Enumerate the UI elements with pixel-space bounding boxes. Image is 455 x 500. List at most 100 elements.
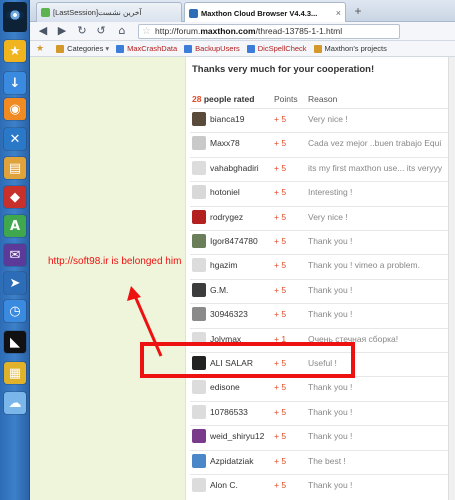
rated-count[interactable]: 28 xyxy=(192,94,201,104)
avatar[interactable] xyxy=(192,112,206,126)
bookmarks-star-icon[interactable]: ★ xyxy=(36,43,44,54)
download-icon[interactable]: ↓ xyxy=(4,72,26,94)
avatar[interactable] xyxy=(192,380,206,395)
username[interactable]: 10786533 xyxy=(210,407,248,417)
avatar[interactable] xyxy=(192,429,206,444)
rss-feed-icon[interactable]: ◉ xyxy=(4,98,26,120)
tab-label: Maxthon Cloud Browser V4.4.3... xyxy=(201,8,318,18)
toolbar: ◀ ▶ ↻ ↺ ⌂ ☆ http://forum.maxthon.com/thr… xyxy=(30,22,455,41)
rating-row: 10786533 + 5 Thank you ! xyxy=(190,401,455,425)
avatar[interactable] xyxy=(192,478,206,492)
reason-text: Thank you ! xyxy=(308,406,353,417)
points-value: + 5 xyxy=(274,480,287,490)
reason-text: Thank you ! xyxy=(308,236,353,246)
maxthon-logo-icon[interactable] xyxy=(3,2,27,32)
avatar[interactable] xyxy=(192,404,206,419)
bookmark-backupusers[interactable]: BackupUsers xyxy=(184,44,240,53)
avatar[interactable] xyxy=(192,453,206,468)
username[interactable]: weid_shiryu12 xyxy=(210,431,264,441)
thanks-message: Thanks very much for your cooperation! xyxy=(192,64,375,75)
tab-label: [LastSession]آخرین نشست xyxy=(53,8,142,17)
avatar[interactable] xyxy=(192,307,206,322)
sidebar: ★ ↓ ◉ ✕ ▤ ◆ A ✉ ➤ ◷ ◣ ▦ ☁ xyxy=(0,0,30,500)
home-button[interactable]: ⌂ xyxy=(115,24,129,38)
points-value: + 5 xyxy=(274,431,287,442)
rating-row: Alon C. + 5 Thank you ! xyxy=(190,474,455,498)
username[interactable]: hotoniel xyxy=(210,187,240,197)
translate-icon[interactable]: A xyxy=(4,215,26,237)
points-value: + 5 xyxy=(274,406,287,417)
reason-text: Thank you ! xyxy=(308,284,353,295)
username[interactable]: Maxx78 xyxy=(210,138,240,148)
keyboard-icon[interactable]: ▦ xyxy=(4,362,26,384)
page-icon xyxy=(246,44,255,53)
favorite-star-icon[interactable]: ☆ xyxy=(142,25,151,38)
notes-icon[interactable]: ▤ xyxy=(4,157,26,179)
avatar[interactable] xyxy=(192,185,206,200)
cloud-icon[interactable]: ☁ xyxy=(4,392,26,414)
chevron-down-icon: ▾ xyxy=(105,44,110,53)
points-value: + 5 xyxy=(274,162,287,173)
tab-last-session[interactable]: [LastSession]آخرین نشست xyxy=(36,2,182,22)
points-value: + 5 xyxy=(274,187,287,198)
username[interactable]: G.M. xyxy=(210,285,228,295)
back-button[interactable]: ◀ xyxy=(36,24,50,38)
points-value: + 5 xyxy=(274,211,287,222)
tools-icon[interactable]: ✕ xyxy=(4,128,26,150)
scrollbar[interactable] xyxy=(448,57,455,500)
forward-button[interactable]: ▶ xyxy=(55,24,69,38)
clock-icon[interactable]: ◷ xyxy=(4,300,26,322)
points-value: + 5 xyxy=(274,236,287,246)
rating-row: Igor8474780 + 5 Thank you ! xyxy=(190,230,455,254)
black-cat-icon[interactable]: ◣ xyxy=(4,331,26,353)
username[interactable]: Igor8474780 xyxy=(210,236,258,246)
reason-header: Reason xyxy=(308,94,338,104)
points-value: + 5 xyxy=(274,309,287,320)
points-header: Points xyxy=(274,94,298,104)
bookmark-maxthon-projects[interactable]: Maxthon's projects xyxy=(313,44,387,53)
username[interactable]: rodrygez xyxy=(210,212,243,222)
avatar[interactable] xyxy=(192,258,206,273)
new-tab-plus-icon[interactable]: + xyxy=(350,5,366,18)
tab-favicon-icon xyxy=(41,8,50,17)
username[interactable]: vahabghadiri xyxy=(210,163,259,173)
reason-text: Thank you ! xyxy=(308,382,353,393)
avatar[interactable] xyxy=(192,209,206,224)
rating-row: weid_shiryu12 + 5 Thank you ! xyxy=(190,425,455,449)
rating-row: rodrygez + 5 Very nice ! xyxy=(190,206,455,230)
annotation-highlight-box xyxy=(140,342,355,378)
browser-window: ★ ↓ ◉ ✕ ▤ ◆ A ✉ ➤ ◷ ◣ ▦ ☁ [LastSession]آخرین نشست Ma… xyxy=(0,0,455,500)
rating-row: vahabghadiri + 5 its my first maxthon use.… xyxy=(190,157,455,181)
tab-close-icon[interactable]: × xyxy=(332,8,341,18)
bookmark-maxcrashdata[interactable]: MaxCrashData xyxy=(116,44,177,53)
annotation-text: http://soft98.ir is belonged him xyxy=(48,256,182,267)
page-content: Thanks very much for your cooperation! 2… xyxy=(30,57,455,500)
undo-close-button[interactable]: ↺ xyxy=(94,24,108,38)
username[interactable]: Azpidatziak xyxy=(210,456,253,466)
rating-row: Maxx78 + 5 Cada vez mejor ..buen trabajo E… xyxy=(190,132,455,156)
favorites-star-icon[interactable]: ★ xyxy=(4,40,26,62)
cursor-icon[interactable]: ➤ xyxy=(4,272,26,294)
avatar[interactable] xyxy=(192,234,206,248)
page-icon xyxy=(184,44,193,53)
rating-row: 30946323 + 5 Thank you ! xyxy=(190,303,455,327)
avatar[interactable] xyxy=(192,282,206,297)
rating-row: hotoniel + 5 Interesting ! xyxy=(190,181,455,205)
username[interactable]: hgazim xyxy=(210,260,237,270)
points-value: + 5 xyxy=(274,138,287,149)
rating-row: edisone + 5 Thank you ! xyxy=(190,376,455,400)
username[interactable]: 30946323 xyxy=(210,309,248,319)
username[interactable]: edisone xyxy=(210,382,240,392)
yahoo-mail-icon[interactable]: ✉ xyxy=(4,244,26,266)
avatar[interactable] xyxy=(192,160,206,175)
username[interactable]: bianca19 xyxy=(210,114,245,124)
bookmark-categories[interactable]: Categories ▾ xyxy=(56,44,109,53)
games-icon[interactable]: ◆ xyxy=(4,186,26,208)
bookmark-dicspellcheck[interactable]: DicSpellCheck xyxy=(246,44,307,53)
avatar[interactable] xyxy=(192,136,206,151)
refresh-button[interactable]: ↻ xyxy=(75,24,89,38)
tab-maxthon-forum[interactable]: Maxthon Cloud Browser V4.4.3... × xyxy=(184,2,346,23)
address-url[interactable]: http://forum.maxthon.com/thread-13785-1-… xyxy=(155,25,342,38)
username[interactable]: Alon C. xyxy=(210,480,238,490)
address-bar[interactable]: ☆ http://forum.maxthon.com/thread-13785-… xyxy=(138,24,400,39)
